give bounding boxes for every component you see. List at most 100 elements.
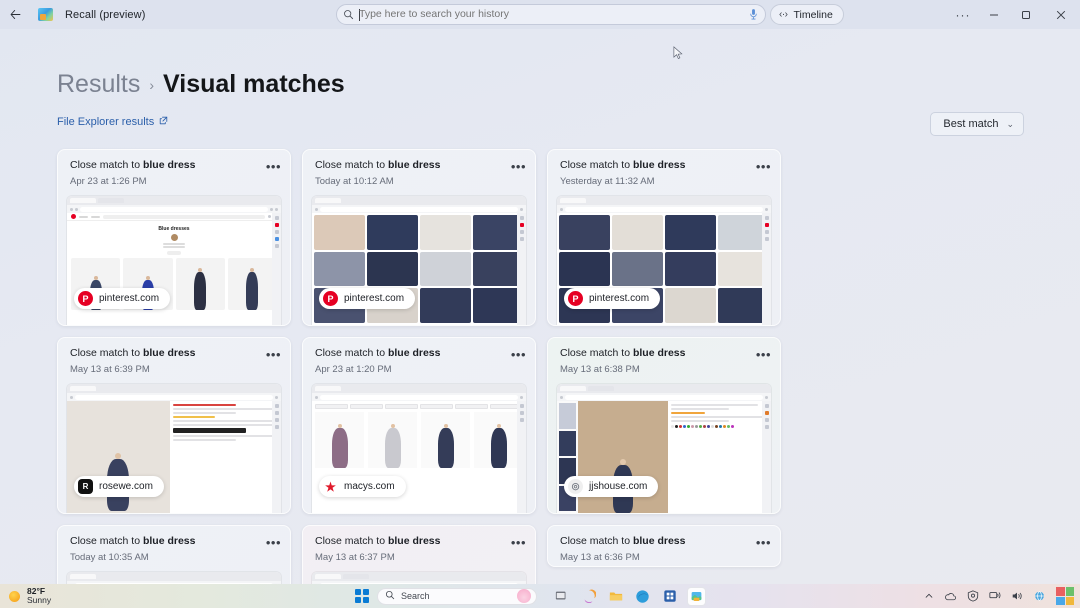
microsoft-store-icon[interactable] — [661, 588, 678, 605]
card-header: Close match to blue dress May 13 at 6:36… — [548, 526, 780, 563]
pinterest-icon: P — [323, 291, 338, 306]
card-header: Close match to blue dress Apr 23 at 1:26… — [58, 150, 290, 187]
match-card[interactable]: Close match to blue dress May 13 at 6:39… — [57, 337, 291, 514]
source-badge[interactable]: P pinterest.com — [319, 288, 415, 309]
lotus-flower-icon — [517, 589, 531, 603]
source-domain: jjshouse.com — [589, 481, 647, 492]
timeline-button[interactable]: ‹·› Timeline — [770, 4, 844, 25]
more-options-button[interactable]: ··· — [948, 0, 978, 29]
source-domain: pinterest.com — [344, 293, 404, 304]
card-header: Close match to blue dress Apr 23 at 1:20… — [303, 338, 535, 375]
card-header: Close match to blue dress May 13 at 6:37… — [303, 526, 535, 563]
source-domain: rosewe.com — [99, 481, 153, 492]
notification-bell-icon[interactable] — [1056, 587, 1074, 605]
chevron-up-icon[interactable] — [924, 591, 934, 601]
card-more-button[interactable]: ••• — [266, 540, 281, 546]
back-button[interactable] — [0, 0, 30, 29]
windows-start-icon[interactable] — [355, 589, 369, 603]
taskbar-search-label: Search — [401, 591, 511, 601]
volume-icon[interactable] — [1011, 590, 1023, 602]
copilot-icon[interactable] — [580, 588, 597, 605]
match-card[interactable]: Close match to blue dress Yesterday at 1… — [547, 149, 781, 326]
recall-window: Recall (preview) ‹·› Timeline ·· — [0, 0, 1080, 608]
match-card[interactable]: Close match to blue dress Apr 23 at 1:26… — [57, 149, 291, 326]
card-header: Close match to blue dress May 13 at 6:38… — [548, 338, 780, 375]
card-thumbnail[interactable]: P pinterest.com — [557, 196, 771, 325]
card-timestamp: Yesterday at 11:32 AM — [560, 176, 768, 187]
page-title: Visual matches — [163, 70, 345, 99]
rosewe-icon: R — [78, 479, 93, 494]
card-more-button[interactable]: ••• — [511, 352, 526, 358]
card-header: Close match to blue dress Today at 10:12… — [303, 150, 535, 187]
visual-matches-grid: Close match to blue dress Apr 23 at 1:26… — [57, 149, 1025, 608]
external-link-icon — [159, 116, 168, 128]
search-icon — [385, 590, 395, 602]
file-explorer-results-label: File Explorer results — [57, 116, 154, 128]
search-icon — [337, 9, 359, 20]
card-timestamp: May 13 at 6:36 PM — [560, 552, 768, 563]
edge-icon[interactable] — [634, 588, 651, 605]
card-thumbnail[interactable]: Blue dresses P — [67, 196, 281, 325]
card-timestamp: May 13 at 6:38 PM — [560, 364, 768, 375]
maximize-button[interactable] — [1010, 0, 1042, 29]
language-icon[interactable] — [1033, 590, 1046, 602]
card-thumbnail[interactable]: P pinterest.com — [312, 196, 526, 325]
card-thumbnail[interactable]: ◎ jjshouse.com — [557, 384, 771, 513]
source-badge[interactable]: ★ macys.com — [319, 476, 406, 497]
card-header: Close match to blue dress Today at 10:35… — [58, 526, 290, 563]
match-card[interactable]: Close match to blue dress May 13 at 6:38… — [547, 337, 781, 514]
match-card[interactable]: Close match to blue dress May 13 at 6:36… — [547, 525, 781, 567]
card-thumbnail[interactable]: R rosewe.com — [67, 384, 281, 513]
microphone-icon[interactable] — [741, 8, 765, 21]
taskbar-center: Search — [355, 588, 705, 605]
history-search-box[interactable] — [336, 4, 766, 25]
source-badge[interactable]: R rosewe.com — [74, 476, 164, 497]
card-more-button[interactable]: ••• — [266, 164, 281, 170]
card-more-button[interactable]: ••• — [756, 540, 771, 546]
source-badge[interactable]: ◎ jjshouse.com — [564, 476, 658, 497]
source-badge[interactable]: P pinterest.com — [74, 288, 170, 309]
weather-condition: Sunny — [27, 596, 51, 605]
card-title: Close match to blue dress — [315, 535, 523, 547]
back-arrow-icon — [9, 8, 22, 21]
taskbar-search[interactable]: Search — [377, 588, 537, 605]
match-card[interactable]: Close match to blue dress Apr 23 at 1:20… — [302, 337, 536, 514]
card-timestamp: May 13 at 6:37 PM — [315, 552, 523, 563]
onedrive-icon[interactable] — [944, 591, 957, 602]
network-icon[interactable] — [989, 590, 1001, 602]
file-explorer-results-link[interactable]: File Explorer results — [57, 116, 168, 128]
breadcrumb: Results › Visual matches — [57, 70, 345, 99]
sun-icon — [9, 591, 20, 602]
card-more-button[interactable]: ••• — [511, 540, 526, 546]
search-input[interactable] — [359, 5, 741, 24]
card-thumbnail[interactable]: ★ macys.com — [312, 384, 526, 513]
window-controls: ··· — [948, 0, 1080, 29]
sort-dropdown[interactable]: Best match ⌄ — [930, 112, 1024, 136]
card-title: Close match to blue dress — [315, 347, 523, 359]
card-more-button[interactable]: ••• — [756, 352, 771, 358]
card-more-button[interactable]: ••• — [756, 164, 771, 170]
pinterest-icon: P — [568, 291, 583, 306]
card-title: Close match to blue dress — [70, 347, 278, 359]
weather-widget[interactable]: 82°F Sunny — [0, 587, 51, 605]
recall-icon[interactable] — [688, 588, 705, 605]
thumbnail-page-title: Blue dresses — [67, 226, 281, 232]
source-badge[interactable]: P pinterest.com — [564, 288, 660, 309]
close-button[interactable] — [1042, 0, 1080, 29]
pinterest-icon: P — [78, 291, 93, 306]
title-bar: Recall (preview) ‹·› Timeline ·· — [0, 0, 1080, 29]
system-tray — [924, 584, 1080, 608]
card-title: Close match to blue dress — [560, 159, 768, 171]
taskview-icon[interactable] — [553, 588, 570, 605]
match-card[interactable]: Close match to blue dress Today at 10:12… — [302, 149, 536, 326]
minimize-button[interactable] — [978, 0, 1010, 29]
recall-app-icon — [34, 6, 56, 24]
security-icon[interactable] — [967, 590, 979, 602]
macys-icon: ★ — [323, 479, 338, 494]
file-explorer-icon[interactable] — [607, 588, 624, 605]
chevron-down-icon: ⌄ — [1006, 119, 1014, 130]
card-more-button[interactable]: ••• — [511, 164, 526, 170]
card-more-button[interactable]: ••• — [266, 352, 281, 358]
source-domain: pinterest.com — [99, 293, 159, 304]
breadcrumb-root[interactable]: Results — [57, 70, 140, 99]
